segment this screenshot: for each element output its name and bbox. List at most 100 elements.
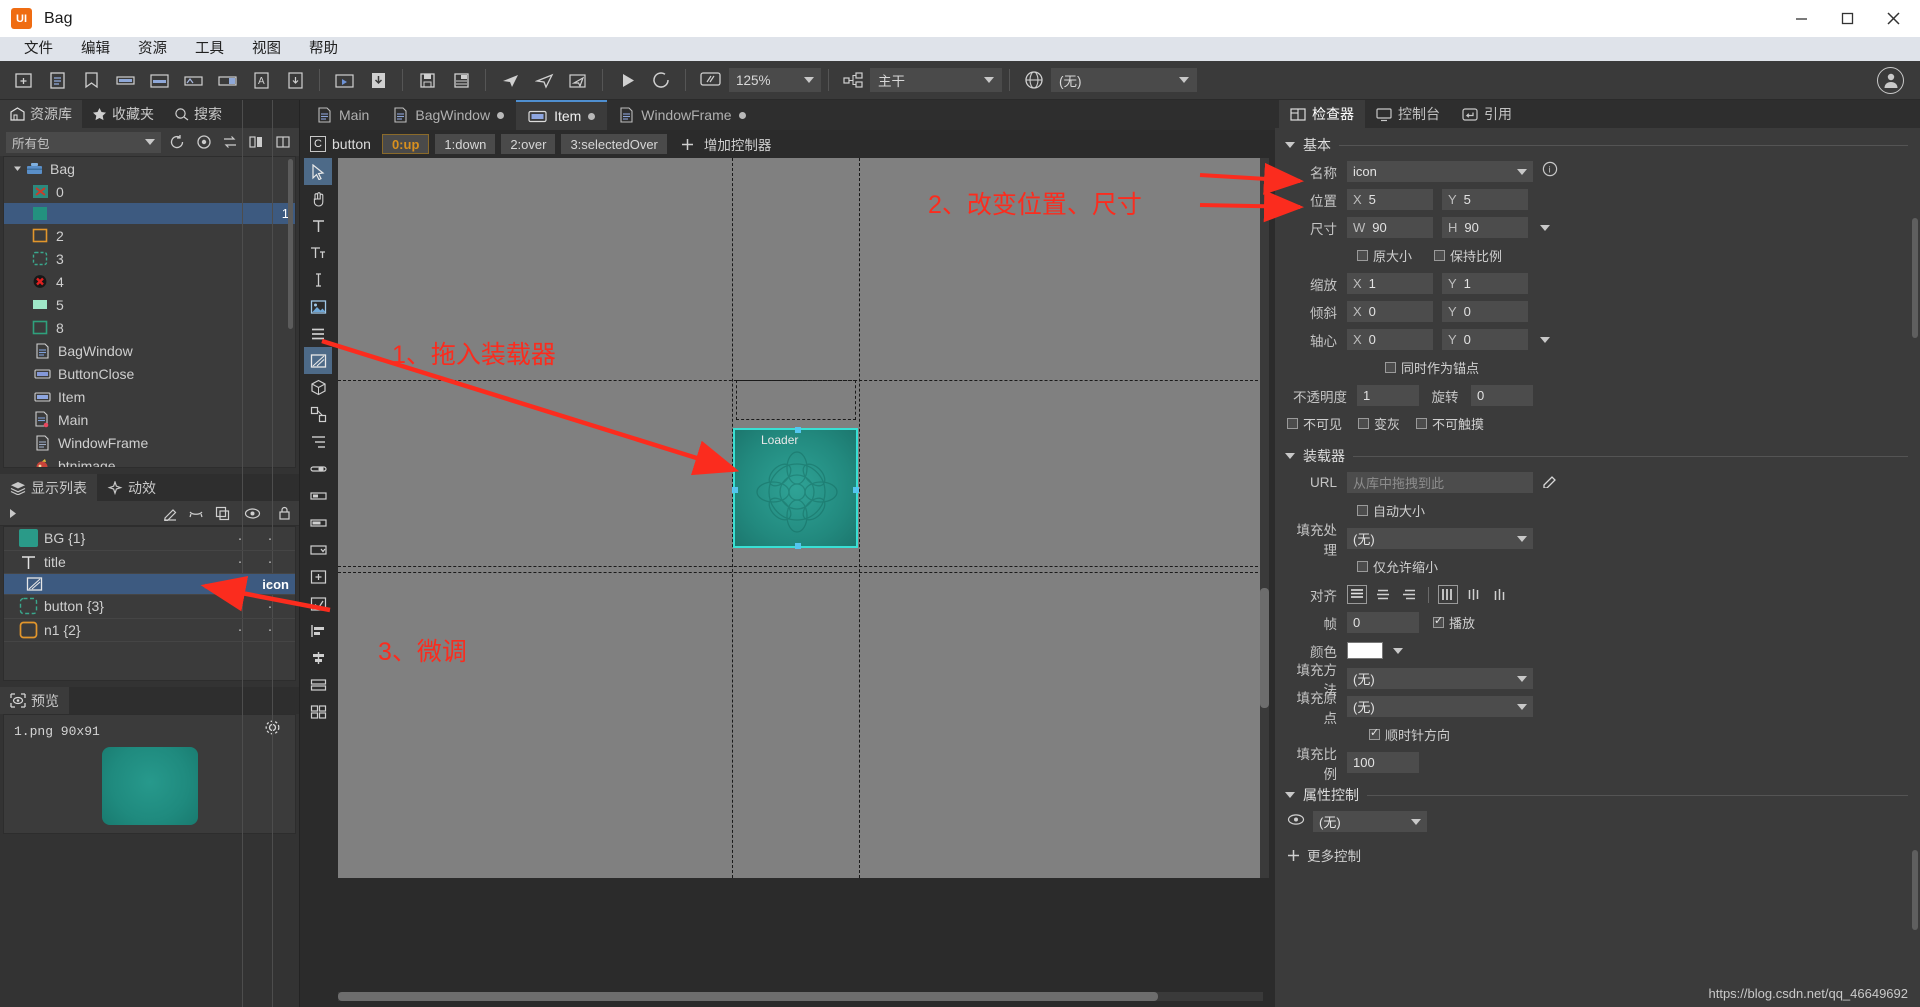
rotation-field[interactable]: 0 xyxy=(1471,385,1533,406)
rich-text-tool-icon[interactable] xyxy=(304,239,332,266)
tab-favorites[interactable]: 收藏夹 xyxy=(82,100,164,128)
branch-selector[interactable]: 主干 xyxy=(870,68,1002,92)
design-canvas[interactable]: Loader xyxy=(338,158,1263,878)
zoom-selector[interactable]: 125% xyxy=(729,68,821,92)
fill-amount-field[interactable]: 100 xyxy=(1347,752,1419,773)
tab-search[interactable]: 搜索 xyxy=(164,100,232,128)
fill-select[interactable]: (无) xyxy=(1347,528,1533,549)
list-item[interactable]: BG {1} · · xyxy=(4,527,295,551)
tree-item-8[interactable]: 8 xyxy=(4,316,295,339)
lock-toggle[interactable]: · xyxy=(259,553,281,570)
frame-field[interactable]: 0 xyxy=(1347,612,1419,633)
align-left-icon[interactable] xyxy=(304,617,332,644)
new-component-icon[interactable] xyxy=(108,65,142,95)
scale-y-field[interactable]: Y1 xyxy=(1442,273,1528,294)
clockwise-checkbox[interactable] xyxy=(1369,726,1380,740)
lock-icon[interactable] xyxy=(269,501,299,526)
loader-element[interactable]: Loader xyxy=(732,427,859,549)
display-list[interactable]: BG {1} · · title · · icon · · button {3}… xyxy=(3,100,296,1007)
align-left-icon[interactable] xyxy=(1438,585,1458,604)
tree-item-buttonclose[interactable]: ButtonClose xyxy=(4,362,295,385)
menu-edit[interactable]: 编辑 xyxy=(67,37,124,61)
tab-inspector[interactable]: 检查器 xyxy=(1279,100,1365,128)
pivot-x-field[interactable]: X0 xyxy=(1347,329,1433,350)
invisible-checkbox[interactable] xyxy=(1287,418,1298,429)
controller-state-up[interactable]: 0:up xyxy=(381,134,430,154)
eye-icon[interactable] xyxy=(1287,813,1313,831)
expand-arrow-icon[interactable] xyxy=(10,164,24,173)
visibility-toggle[interactable]: · xyxy=(229,576,251,593)
tree-item-1[interactable]: 1 xyxy=(4,203,295,224)
save-icon[interactable] xyxy=(410,65,444,95)
url-field[interactable]: 从库中拖拽到此 xyxy=(1347,472,1533,493)
tree-item-bag[interactable]: Bag xyxy=(4,157,295,180)
new-button-icon[interactable] xyxy=(210,65,244,95)
sort-icon[interactable] xyxy=(220,131,240,153)
tree-item-btnimage[interactable]: btnimage xyxy=(4,454,295,467)
new-image-icon[interactable] xyxy=(176,65,210,95)
list-item[interactable]: title · · xyxy=(4,551,295,574)
tree-item-0[interactable]: 0 xyxy=(4,180,295,203)
refresh-icon[interactable] xyxy=(644,65,678,95)
loader-tool-icon[interactable] xyxy=(304,347,332,374)
run-icon[interactable] xyxy=(610,65,644,95)
tab-main[interactable]: Main xyxy=(305,100,381,130)
tab-console[interactable]: 控制台 xyxy=(1365,100,1451,128)
tab-bagwindow[interactable]: BagWindow xyxy=(381,100,516,130)
tab-library[interactable]: 资源库 xyxy=(0,100,82,128)
menu-tools[interactable]: 工具 xyxy=(181,37,238,61)
publish-all-icon[interactable] xyxy=(527,65,561,95)
color-dropdown-chevron-icon[interactable] xyxy=(1393,647,1403,654)
resize-handle-right[interactable] xyxy=(853,487,859,493)
new-text-icon[interactable]: A xyxy=(244,65,278,95)
size-expand-chevron-icon[interactable] xyxy=(1540,224,1550,231)
tree-item-bagwindow[interactable]: BagWindow xyxy=(4,339,295,362)
close-button[interactable] xyxy=(1870,0,1916,37)
controller-state-over[interactable]: 2:over xyxy=(501,134,556,154)
position-x-field[interactable]: X5 xyxy=(1347,189,1433,210)
tree-item-5[interactable]: 5 xyxy=(4,293,295,316)
tree-item-3[interactable]: 3 xyxy=(4,247,295,270)
align-top-icon[interactable] xyxy=(1347,585,1367,604)
select-tool-icon[interactable] xyxy=(304,158,332,185)
align-right-icon[interactable] xyxy=(1490,585,1510,604)
label-tool-icon[interactable] xyxy=(304,563,332,590)
resize-corner-tr[interactable] xyxy=(846,428,858,440)
duplicate-icon[interactable] xyxy=(209,501,235,526)
view-mode-icon[interactable] xyxy=(246,131,266,153)
tab-display-list[interactable]: 显示列表 xyxy=(0,474,97,501)
add-controller-button[interactable]: 增加控制器 xyxy=(681,134,771,154)
controller-name[interactable]: button xyxy=(332,136,371,152)
property-control-select[interactable]: (无) xyxy=(1313,811,1427,832)
hand-tool-icon[interactable] xyxy=(304,185,332,212)
resize-handle-top[interactable] xyxy=(795,427,801,433)
pivot-y-field[interactable]: Y0 xyxy=(1442,329,1528,350)
input-tool-icon[interactable] xyxy=(304,266,332,293)
locate-icon[interactable] xyxy=(193,131,213,153)
tree-tool-icon[interactable] xyxy=(304,428,332,455)
info-icon[interactable]: i xyxy=(1542,161,1558,182)
list-item[interactable]: button {3} · · xyxy=(4,595,295,619)
resize-corner-tl[interactable] xyxy=(733,428,745,440)
scrollbar-tool-icon[interactable] xyxy=(304,482,332,509)
minimize-button[interactable] xyxy=(1778,0,1824,37)
preview-monitor-icon[interactable] xyxy=(693,65,727,95)
split-view-icon[interactable] xyxy=(273,131,293,153)
movie-icon[interactable] xyxy=(327,65,361,95)
tree-item-2[interactable]: 2 xyxy=(4,224,295,247)
save-all-icon[interactable] xyxy=(444,65,478,95)
maximize-button[interactable] xyxy=(1824,0,1870,37)
align-center-icon[interactable] xyxy=(304,644,332,671)
section-basic-header[interactable]: 基本 xyxy=(1275,128,1920,159)
visibility-toggle[interactable]: · xyxy=(229,530,251,547)
controller-state-selectedover[interactable]: 3:selectedOver xyxy=(561,134,667,154)
publish-icon[interactable] xyxy=(493,65,527,95)
tree-item-main[interactable]: Main xyxy=(4,408,295,431)
pencil-icon[interactable] xyxy=(1542,472,1558,493)
visibility-toggle[interactable]: · xyxy=(229,621,251,638)
menu-help[interactable]: 帮助 xyxy=(295,37,352,61)
visibility-toggle[interactable]: · xyxy=(229,553,251,570)
section-property-control-header[interactable]: 属性控制 xyxy=(1275,778,1920,809)
canvas-hscrollbar[interactable] xyxy=(338,992,1263,1001)
autosize-checkbox[interactable] xyxy=(1357,505,1368,516)
